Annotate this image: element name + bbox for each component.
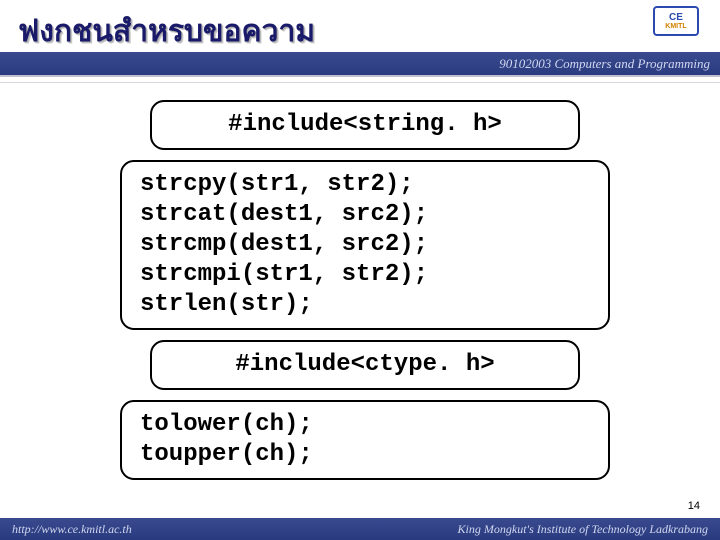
- header-bar: 90102003 Computers and Programming: [0, 52, 720, 76]
- content-area: #include<string. h> strcpy(str1, str2); …: [120, 100, 610, 490]
- func-strcpy: strcpy(str1, str2);: [140, 170, 590, 200]
- include-string-box: #include<string. h>: [150, 100, 580, 150]
- func-strlen: strlen(str);: [140, 290, 590, 320]
- logo-text-kmitl: KMITL: [665, 23, 686, 30]
- ctype-functions-box: tolower(ch); toupper(ch);: [120, 400, 610, 480]
- func-strcat: strcat(dest1, src2);: [140, 200, 590, 230]
- string-functions-box: strcpy(str1, str2); strcat(dest1, src2);…: [120, 160, 610, 330]
- include-string-text: #include<string. h>: [228, 111, 502, 138]
- footer-url: http://www.ce.kmitl.ac.th: [12, 522, 132, 537]
- slide-title: ฟงกชนสำหรบขอความ: [18, 8, 315, 55]
- institution-logo: CE KMITL: [644, 6, 708, 54]
- header-divider: [0, 75, 720, 83]
- course-title: 90102003 Computers and Programming: [499, 56, 710, 72]
- func-strcmpi: strcmpi(str1, str2);: [140, 260, 590, 290]
- include-ctype-box: #include<ctype. h>: [150, 340, 580, 390]
- footer-bar: http://www.ce.kmitl.ac.th King Mongkut's…: [0, 518, 720, 540]
- func-strcmp: strcmp(dest1, src2);: [140, 230, 590, 260]
- include-ctype-text: #include<ctype. h>: [235, 351, 494, 378]
- logo-text-ce: CE: [669, 12, 683, 23]
- func-tolower: tolower(ch);: [140, 410, 590, 440]
- page-number: 14: [688, 500, 700, 512]
- func-toupper: toupper(ch);: [140, 440, 590, 470]
- footer-institution: King Mongkut's Institute of Technology L…: [458, 522, 708, 537]
